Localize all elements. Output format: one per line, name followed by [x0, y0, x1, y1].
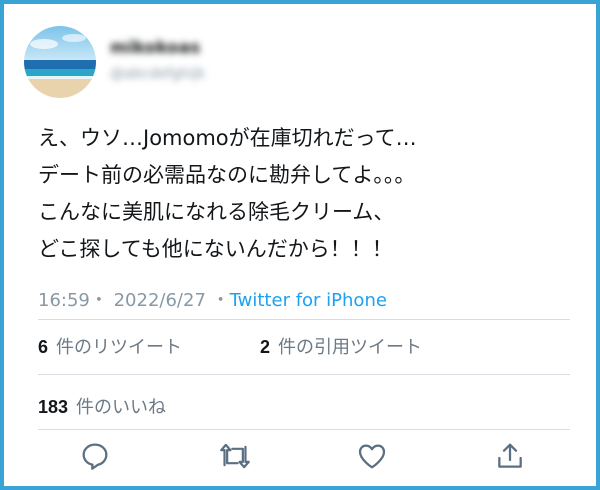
- tweet-card: mikokoas @abcdefghijk え、ウソ…Jomomoが在庫切れだっ…: [0, 0, 600, 490]
- tweet-actions: [38, 436, 570, 476]
- tweet-line: デート前の必需品なのに勘弁してよ。。。: [38, 163, 416, 187]
- likes-stat[interactable]: 183 件のいいね: [38, 393, 166, 419]
- quotes-stat[interactable]: 2 件の引用ツイート: [260, 333, 422, 359]
- reply-button[interactable]: [75, 436, 115, 476]
- retweets-count: 6: [38, 337, 49, 357]
- retweets-stat[interactable]: 6 件のリツイート: [38, 333, 182, 359]
- tweet-time[interactable]: 16:59: [38, 290, 90, 311]
- user-handle[interactable]: @abcdefghijk: [110, 66, 205, 82]
- quotes-count: 2: [260, 337, 271, 357]
- tweet-text: え、ウソ…Jomomoが在庫切れだって… デート前の必需品なのに勘弁してよ。。。…: [38, 120, 578, 268]
- avatar-beach-image: [24, 26, 96, 98]
- tweet-source-link[interactable]: Twitter for iPhone: [230, 290, 387, 311]
- quotes-label: 件の引用ツイート: [278, 337, 423, 358]
- user-name[interactable]: mikokoas: [110, 38, 200, 58]
- tweet-line: どこ探しても他にないんだから！！！: [38, 237, 393, 261]
- retweet-button[interactable]: [215, 436, 255, 476]
- reply-icon: [82, 443, 108, 470]
- avatar[interactable]: [24, 26, 96, 98]
- tweet-line: え、ウソ…Jomomoが在庫切れだって…: [38, 126, 417, 150]
- likes-label: 件のいいね: [76, 397, 167, 418]
- heart-icon: [358, 444, 386, 469]
- divider: [38, 374, 570, 375]
- likes-count: 183: [38, 397, 69, 417]
- divider: [38, 319, 570, 320]
- divider: [38, 429, 570, 430]
- share-button[interactable]: [490, 436, 530, 476]
- tweet-line: こんなに美肌になれる除毛クリーム、: [38, 200, 395, 224]
- share-icon: [498, 443, 522, 468]
- retweets-label: 件のリツイート: [56, 337, 183, 358]
- tweet-date[interactable]: 2022/6/27: [114, 290, 206, 311]
- like-button[interactable]: [352, 436, 392, 476]
- tweet-meta: 16:59・ 2022/6/27 ・Twitter for iPhone: [38, 290, 387, 311]
- retweet-icon: [220, 443, 250, 469]
